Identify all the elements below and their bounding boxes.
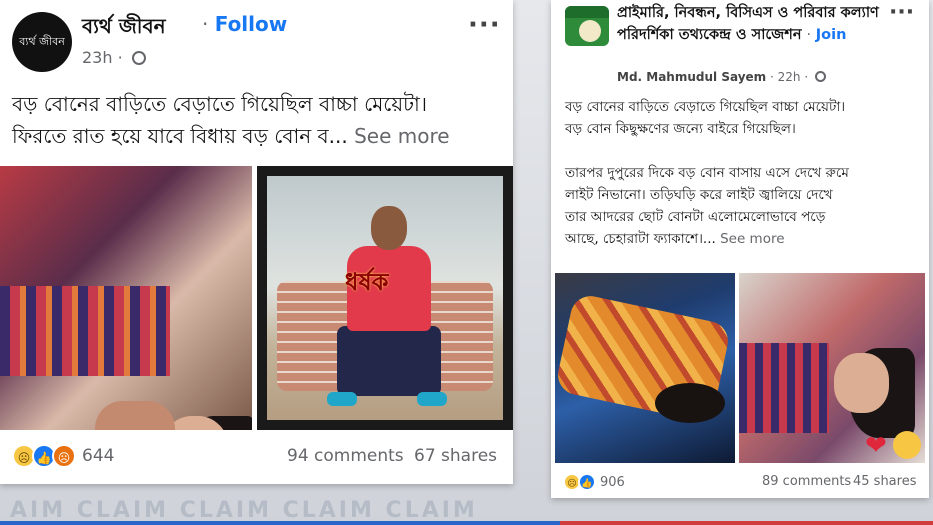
reaction-count: 644 <box>82 446 115 466</box>
post-image-hospital[interactable] <box>555 273 735 463</box>
group-avatar-band <box>565 6 609 18</box>
bottom-color-bar <box>0 521 933 525</box>
image-face <box>834 353 889 413</box>
page-avatar[interactable]: ব্যর্থ জীবন <box>12 12 72 72</box>
page-name[interactable]: ব্যর্থ জীবন <box>82 12 166 45</box>
person-shoe <box>327 392 357 406</box>
reaction-count: 906 <box>600 474 625 490</box>
group-name-line: প্রাইমারি, নিবন্ধন, বিসিএস ও পরিবার কল্য… <box>617 2 885 46</box>
post-footer: ☹ 👍 ☹ 644 94 comments 67 shares <box>0 438 513 478</box>
post-text-line: বড় বোনের বাড়িতে বেড়াতে গিয়েছিল বাচ্চ… <box>12 92 427 116</box>
post-text-line: লাইট নিভানো। তড়িঘড়ি করে লাইট জ্বালিয়ে… <box>565 187 833 203</box>
dot-separator: · <box>202 12 215 36</box>
person-legs <box>337 326 441 396</box>
post-time-text: 23h <box>82 48 113 67</box>
shares-count[interactable]: 67 shares <box>414 446 497 466</box>
smile-emoji-icon <box>893 431 921 459</box>
more-options-icon[interactable]: ··· <box>468 10 501 40</box>
follow-label: Follow <box>214 12 288 36</box>
globe-icon <box>131 51 146 65</box>
image-hand <box>95 401 175 430</box>
post-time[interactable]: 23h · <box>82 48 146 67</box>
shares-count[interactable]: 45 shares <box>853 474 916 489</box>
reactions-summary[interactable]: ☹ 👍 906 <box>563 473 625 491</box>
watermark-text: AIM CLAIM CLAIM CLAIM CLAIM <box>10 498 478 523</box>
post-text-line: বড় বোন কিছুক্ষণের জন্যে বাইরে গিয়েছিল। <box>565 121 796 137</box>
group-avatar[interactable] <box>565 6 609 46</box>
comments-count[interactable]: 94 comments <box>287 446 404 466</box>
see-more-link[interactable]: See more <box>720 231 784 247</box>
broken-heart-icon: ❤ <box>865 431 887 461</box>
image-hair <box>655 383 725 423</box>
post-text: বড় বোনের বাড়িতে বেড়াতে গিয়েছিল বাচ্চ… <box>565 96 921 250</box>
see-more-link[interactable]: See more <box>354 124 449 148</box>
post-text-line: তারপর দুপুরের দিকে বড় বোন বাসায় এসে দে… <box>565 165 849 181</box>
person-head <box>371 206 407 250</box>
image-stripe <box>0 286 170 376</box>
dot-separator: · <box>806 27 816 43</box>
dot-separator: · <box>112 48 128 67</box>
right-post-card: প্রাইমারি, নিবন্ধন, বিসিএস ও পরিবার কল্য… <box>551 0 929 498</box>
post-image-girl[interactable]: ❤ <box>739 273 925 463</box>
post-text-line: আছে, চেহারাটা ফ্যাকাশে।... <box>565 231 716 247</box>
page-avatar-text: ব্যর্থ জীবন <box>19 34 65 48</box>
like-reaction-icon: 👍 <box>578 473 596 491</box>
image-overlay-word: ধর্ষক <box>345 268 389 296</box>
group-avatar-portrait <box>579 20 601 42</box>
more-options-icon[interactable]: ··· <box>889 0 914 25</box>
join-button[interactable]: Join <box>816 27 847 43</box>
post-image-man[interactable]: ধর্ষক <box>257 166 513 430</box>
poster-name[interactable]: Md. Mahmudul Sayem <box>617 70 766 84</box>
angry-reaction-icon: ☹ <box>52 444 76 468</box>
left-post-card: ব্যর্থ জীবন ব্যর্থ জীবন · Follow 23h · ·… <box>0 0 513 484</box>
post-text-line: তার আদরের ছোট বোনটা এলোমেলোভাবে পড়ে <box>565 209 826 225</box>
post-text-line-2: ফিরতে রাত হয়ে যাবে বিধায় বড় বোন ব... … <box>12 120 507 152</box>
dot-separator: · <box>804 70 812 84</box>
comments-count[interactable]: 89 comments <box>762 474 851 489</box>
post-text-line-last: আছে, চেহারাটা ফ্যাকাশে।... See more <box>565 228 921 250</box>
reactions-summary[interactable]: ☹ 👍 ☹ 644 <box>12 444 114 468</box>
post-text-line: ফিরতে রাত হয়ে যাবে বিধায় বড় বোন ব... <box>12 124 348 148</box>
dot-separator: · <box>769 70 778 84</box>
poster-meta: Md. Mahmudul Sayem · 22h · <box>617 70 826 84</box>
post-text: বড় বোনের বাড়িতে বেড়াতে গিয়েছিল বাচ্চ… <box>12 88 507 152</box>
post-time[interactable]: 22h <box>778 70 801 84</box>
post-image-man-inner: ধর্ষক <box>267 176 503 420</box>
globe-icon <box>814 71 826 82</box>
post-text-line: বড় বোনের বাড়িতে বেড়াতে গিয়েছিল বাচ্চ… <box>565 99 846 115</box>
person-shoe <box>417 392 447 406</box>
post-image-girl[interactable] <box>0 166 252 430</box>
post-footer: ☹ 👍 906 89 comments 45 shares <box>551 470 929 494</box>
image-stripe <box>739 343 829 433</box>
follow-button[interactable]: · Follow <box>202 12 287 36</box>
